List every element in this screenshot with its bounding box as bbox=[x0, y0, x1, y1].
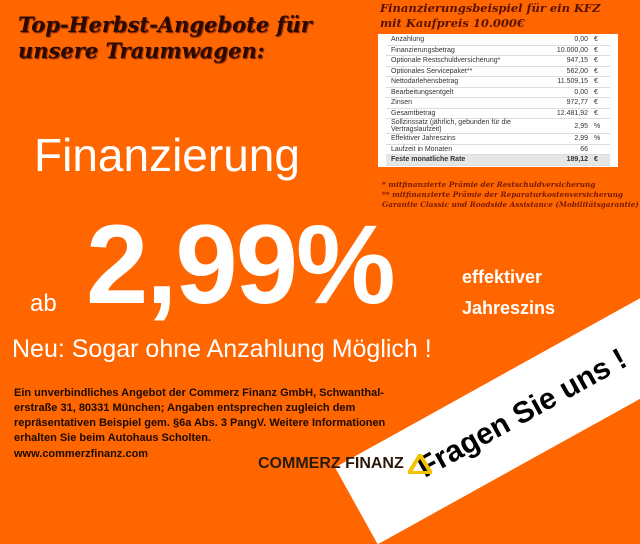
headline: Top-Herbst-Angebote für unsere Traumwage… bbox=[18, 12, 312, 64]
table-row: Effektiver Jahreszins 2,99% bbox=[386, 134, 610, 145]
interest-rate: 2,99% bbox=[86, 202, 396, 327]
table-row: Anzahlung 0,00 € bbox=[386, 35, 610, 46]
banner-text: Fragen Sie uns ! bbox=[412, 342, 633, 485]
cell-unit: € bbox=[594, 78, 598, 86]
cell-label: Feste monatliche Rate bbox=[391, 156, 466, 164]
cell-label: Finanzierungsbetrag bbox=[391, 46, 455, 54]
table-row: Feste monatliche Rate 189,12 € bbox=[386, 155, 610, 166]
table-row: Optionales Servicepaket** 562,00 € bbox=[386, 67, 610, 77]
table-row: Gesamtbetrag 12.481,92 € bbox=[386, 109, 610, 119]
cell-unit: € bbox=[594, 46, 598, 54]
cell-unit: € bbox=[594, 88, 598, 96]
cell-value: 562,00 bbox=[566, 67, 588, 75]
footnote-2: ** mitfinanzierte Prämie der Reparaturko… bbox=[382, 190, 624, 199]
cell-label: Sollzinssatz (jährlich, gebunden für die… bbox=[391, 119, 511, 133]
cell-unit: € bbox=[594, 67, 598, 75]
footnote-3: Garantie Classic und Roadside Assistance… bbox=[382, 200, 639, 209]
cell-label: Gesamtbetrag bbox=[391, 109, 436, 117]
logo-icon bbox=[407, 454, 432, 474]
cell-label: Bearbeitungsentgelt bbox=[391, 88, 454, 96]
table-row: Laufzeit in Monaten 66 bbox=[386, 145, 610, 155]
jahreszins-text: Jahreszins bbox=[462, 298, 556, 318]
table-row: Zinsen 972,77 € bbox=[386, 98, 610, 109]
cell-label: Anzahlung bbox=[391, 36, 425, 44]
cell-unit: % bbox=[594, 135, 601, 143]
example-title-line-2: mit Kaufpreis 10.000€ bbox=[380, 16, 525, 30]
example-title: Finanzierungsbeispiel für ein KFZ mit Ka… bbox=[380, 1, 601, 31]
website-link[interactable]: www.commerzfinanz.com bbox=[14, 448, 148, 460]
cell-label: Effektiver Jahreszins bbox=[391, 135, 456, 143]
cell-label: Optionale Restschuldversicherung* bbox=[391, 57, 501, 65]
headline-line-1: Top-Herbst-Angebote für bbox=[18, 12, 312, 37]
example-title-line-1: Finanzierungsbeispiel für ein KFZ bbox=[380, 1, 601, 15]
table-row: Nettodarlehensbetrag 11.509,15 € bbox=[386, 77, 610, 88]
cell-value: 12.481,92 bbox=[556, 109, 588, 117]
table-row: Sollzinssatz (jährlich, gebunden für die… bbox=[386, 119, 610, 134]
no-downpayment-text: Neu: Sogar ohne Anzahlung Möglich ! bbox=[12, 335, 432, 363]
disclaimer: Ein unverbindliches Angebot der Commerz … bbox=[14, 387, 386, 444]
cell-unit: € bbox=[594, 109, 598, 117]
cell-unit: € bbox=[594, 156, 598, 164]
cell-value: 2,99 bbox=[574, 135, 588, 143]
cell-value: 66 bbox=[580, 145, 588, 153]
cell-label: Optionales Servicepaket** bbox=[391, 67, 473, 75]
cell-value: 947,15 bbox=[566, 57, 588, 65]
cell-label: Nettodarlehensbetrag bbox=[391, 78, 459, 86]
headline-line-2: unsere Traumwagen: bbox=[18, 38, 265, 63]
table-row: Bearbeitungsentgelt 0,00 € bbox=[386, 88, 610, 98]
footnote-1: * mitfinanzierte Prämie der Restschuldve… bbox=[382, 180, 596, 189]
cell-unit: € bbox=[594, 36, 598, 44]
ab-label: ab bbox=[30, 290, 57, 317]
effective-rate-label: effektiver Jahreszins bbox=[462, 262, 555, 324]
commerz-finanz-logo: COMMERZ FINANZ bbox=[258, 454, 432, 474]
cell-value: 0,00 bbox=[574, 88, 588, 96]
cell-unit: € bbox=[594, 99, 598, 107]
logo-text: COMMERZ FINANZ bbox=[258, 455, 404, 472]
cell-value: 972,77 bbox=[566, 99, 588, 107]
cell-label: Laufzeit in Monaten bbox=[391, 145, 453, 153]
financing-table: Anzahlung 0,00 € Finanzierungsbetrag 10.000,… bbox=[378, 34, 618, 167]
cell-value: 189,12 bbox=[566, 156, 588, 164]
cell-label: Zinsen bbox=[391, 99, 413, 107]
cell-value: 11.509,15 bbox=[557, 78, 588, 86]
table-row: Optionale Restschuldversicherung* 947,15 € bbox=[386, 56, 610, 67]
cell-unit: % bbox=[594, 122, 601, 130]
cell-value: 0,00 bbox=[574, 36, 588, 44]
table-row: Finanzierungsbetrag 10.000,00 € bbox=[386, 46, 610, 56]
effektiver-text: effektiver bbox=[462, 267, 543, 287]
finanzierung-heading: Finanzierung bbox=[34, 129, 300, 181]
cell-value: 2,95 bbox=[574, 122, 588, 130]
footnotes: * mitfinanzierte Prämie der Restschuldve… bbox=[382, 180, 639, 210]
cell-unit: € bbox=[594, 57, 598, 65]
cell-value: 10.000,00 bbox=[556, 46, 588, 54]
